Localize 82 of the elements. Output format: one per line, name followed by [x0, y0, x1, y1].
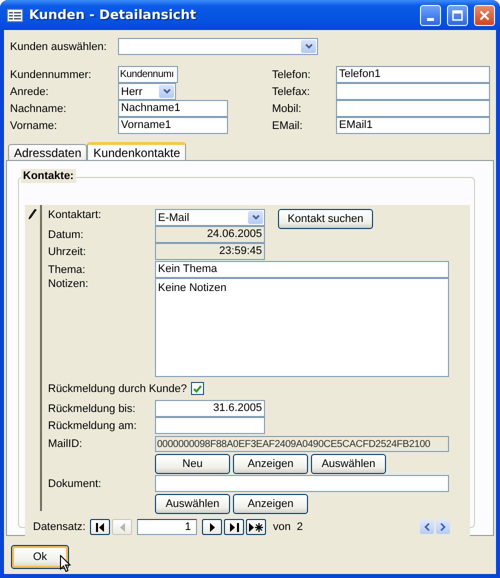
readonly-field: 23:59:45 [155, 243, 265, 260]
record-label: Datensatz: [33, 521, 87, 533]
maximize-icon [452, 10, 463, 20]
close-button[interactable] [474, 4, 495, 26]
contact-type-combo[interactable]: E-Mail [155, 209, 265, 226]
form-button[interactable]: Auswählen [155, 494, 230, 514]
maximize-button[interactable] [447, 4, 468, 26]
previous-icon [120, 522, 124, 532]
readonly-field: 24.06.2005 [155, 226, 265, 243]
next-icon [210, 522, 214, 532]
chevron-left-icon [424, 523, 430, 531]
record-nav-button[interactable] [90, 519, 110, 535]
record-nav-button[interactable] [202, 519, 222, 535]
tab[interactable]: Adressdaten [8, 144, 88, 160]
field-label: Uhrzeit: [48, 246, 87, 258]
frame-title: Kontakte: [21, 169, 76, 183]
ok-button[interactable]: Ok [11, 545, 69, 569]
pencil-icon [28, 209, 37, 220]
field-label: Datum: [48, 228, 84, 240]
check-icon [192, 384, 202, 392]
caret-icon [304, 44, 312, 49]
form-button[interactable]: Neu [155, 454, 230, 474]
field-label: Rückmeldung am: [48, 420, 138, 432]
first-record-icon [96, 522, 104, 532]
scroll-right-button[interactable] [436, 520, 450, 534]
field-label: Telefax: [272, 86, 311, 98]
readonly-field: 0000000098F88A0EF3EAF2409A0490CE5CACFD2524FB2100 [155, 436, 449, 452]
field-label: Kunden auswählen: [10, 40, 108, 52]
record-nav-button[interactable] [224, 519, 244, 535]
customer-combo[interactable] [118, 38, 318, 55]
field-label: Dokument: [48, 478, 102, 490]
cursor-icon [60, 555, 71, 572]
minimize-icon [427, 18, 434, 20]
field-label: Mobil: [272, 102, 302, 114]
salutation-combo[interactable]: Herr [118, 83, 176, 100]
input-field[interactable] [155, 475, 449, 492]
checkbox[interactable] [190, 382, 204, 395]
field-label: Nachname: [10, 102, 68, 114]
input-field[interactable] [336, 100, 490, 117]
form-button[interactable]: Auswählen [311, 454, 386, 474]
field-label: Vorname: [10, 120, 58, 132]
dropdown-button[interactable] [248, 211, 263, 224]
form-button[interactable]: Anzeigen [233, 494, 308, 514]
date-field[interactable]: 31.6.2005 [155, 400, 265, 417]
input-field[interactable] [336, 83, 490, 100]
chevron-right-icon [440, 523, 446, 531]
dropdown-button[interactable] [301, 40, 316, 53]
notes-field[interactable]: Keine Notizen [155, 278, 449, 377]
field-label: Rückmeldung bis: [48, 402, 136, 414]
field-label: Thema: [48, 264, 86, 276]
search-contact-button[interactable]: Kontakt suchen [278, 209, 373, 229]
dropdown-button[interactable] [159, 85, 174, 98]
record-count-label: von [273, 521, 291, 533]
close-icon [479, 10, 490, 20]
input-field[interactable]: Telefon1 [336, 66, 490, 83]
record-number-field[interactable]: 1 [137, 519, 197, 535]
date-field[interactable] [155, 417, 265, 434]
form-icon [7, 8, 23, 22]
record-nav-button[interactable] [246, 519, 266, 535]
scroll-left-button[interactable] [420, 520, 434, 534]
input-field[interactable]: Kein Thema [155, 261, 449, 278]
field-label: Rückmeldung durch Kunde? [48, 382, 187, 394]
minimize-button[interactable] [420, 4, 441, 26]
field-label: Anrede: [10, 86, 50, 98]
new-record-icon [249, 522, 263, 532]
form-button[interactable]: Anzeigen [233, 454, 308, 474]
tab[interactable]: Kundenkontakte [87, 142, 186, 161]
caret-icon [252, 215, 260, 220]
last-record-icon [230, 522, 238, 532]
input-field[interactable]: Kundennumı [118, 66, 178, 83]
window-title: Kunden - Detailansicht [29, 8, 198, 22]
field-label: Kundennummer: [10, 68, 92, 80]
field-label: EMail: [272, 120, 304, 132]
record-count: 2 [296, 521, 304, 533]
input-field[interactable]: Vorname1 [118, 117, 228, 134]
input-field[interactable]: Nachname1 [118, 100, 228, 117]
field-label: Notizen: [48, 278, 90, 290]
field-label: MailID: [48, 438, 84, 450]
input-field[interactable]: EMail1 [336, 117, 490, 134]
field-label: Kontaktart: [48, 209, 102, 221]
caret-icon [162, 89, 170, 94]
field-label: Telefon: [272, 68, 312, 80]
